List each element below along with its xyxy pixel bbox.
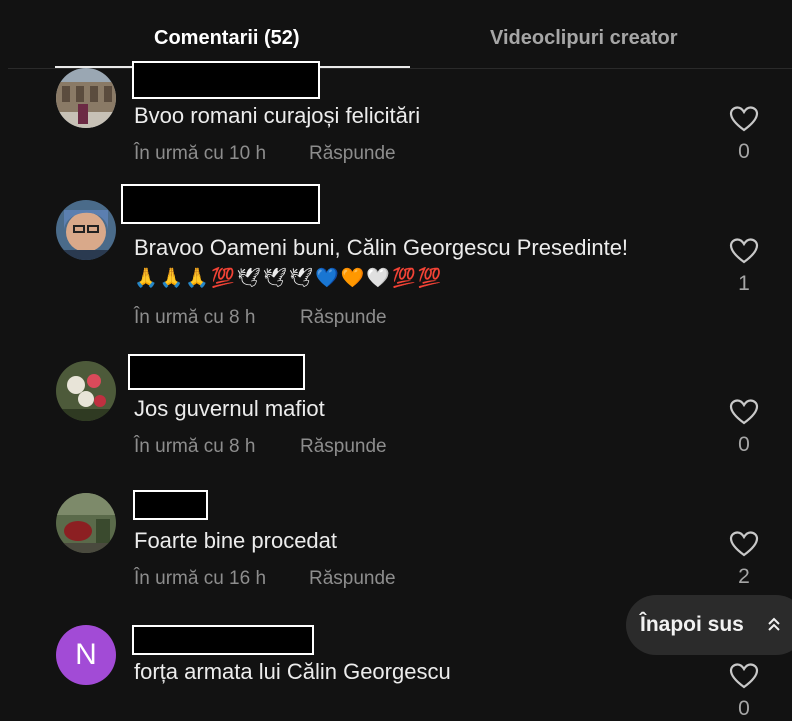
avatar[interactable]: N [56,625,116,685]
tab-divider [8,68,792,69]
redacted-username [133,490,208,520]
avatar[interactable] [56,200,116,260]
like-count: 1 [738,272,750,295]
comment-text: Bravoo Oameni buni, Călin Georgescu Pres… [134,235,629,260]
like-count: 0 [738,140,750,163]
avatar[interactable] [56,493,116,553]
comment-text: Foarte bine procedat [134,528,338,553]
redacted-username [132,61,320,99]
avatar[interactable] [56,68,116,128]
tab-creator-videos[interactable]: Videoclipuri creator [490,26,677,50]
double-chevron-up-icon [768,617,780,631]
comment-text: forța armata lui Călin Georgescu [134,659,451,684]
redacted-username [128,354,305,390]
comment-text: Bvoo romani curajoși felicitări [134,103,421,128]
comment-time: În urmă cu 8 h [134,436,256,457]
comment-emoji: 🙏🙏🙏💯🕊🕊🕊💙🧡🤍💯💯 [134,268,444,289]
tab-bar: Comentarii (52) Videoclipuri creator [0,0,792,69]
reply-button[interactable]: Răspunde [300,307,387,329]
tab-comments[interactable]: Comentarii (52) [154,26,300,50]
reply-button[interactable]: Răspunde [300,436,387,458]
heart-outline-icon[interactable] [729,531,759,557]
heart-outline-icon[interactable] [729,399,759,425]
comment-time: În urmă cu 16 h [134,568,267,589]
heart-outline-icon[interactable] [729,663,759,689]
like-count: 2 [738,565,750,588]
like-count: 0 [738,697,750,720]
comment-meta: În urmă cu 8 h Răspunde [134,307,387,329]
redacted-username [132,625,314,655]
avatar[interactable] [56,361,116,421]
comment-time: În urmă cu 8 h [134,307,256,328]
comment-meta: În urmă cu 8 h Răspunde [134,436,387,458]
back-to-top-button[interactable]: Înapoi sus [626,595,792,655]
reply-button[interactable]: Răspunde [309,143,396,165]
back-to-top-label: Înapoi sus [640,613,744,636]
comment-meta: În urmă cu 10 h Răspunde [134,143,396,165]
like-count: 0 [738,433,750,456]
heart-outline-icon[interactable] [729,238,759,264]
comment-text: Jos guvernul mafiot [134,396,325,421]
heart-outline-icon[interactable] [729,106,759,132]
redacted-username [121,184,320,224]
comment-meta: În urmă cu 16 h Răspunde [134,568,396,590]
comment-time: În urmă cu 10 h [134,143,267,164]
reply-button[interactable]: Răspunde [309,568,396,590]
